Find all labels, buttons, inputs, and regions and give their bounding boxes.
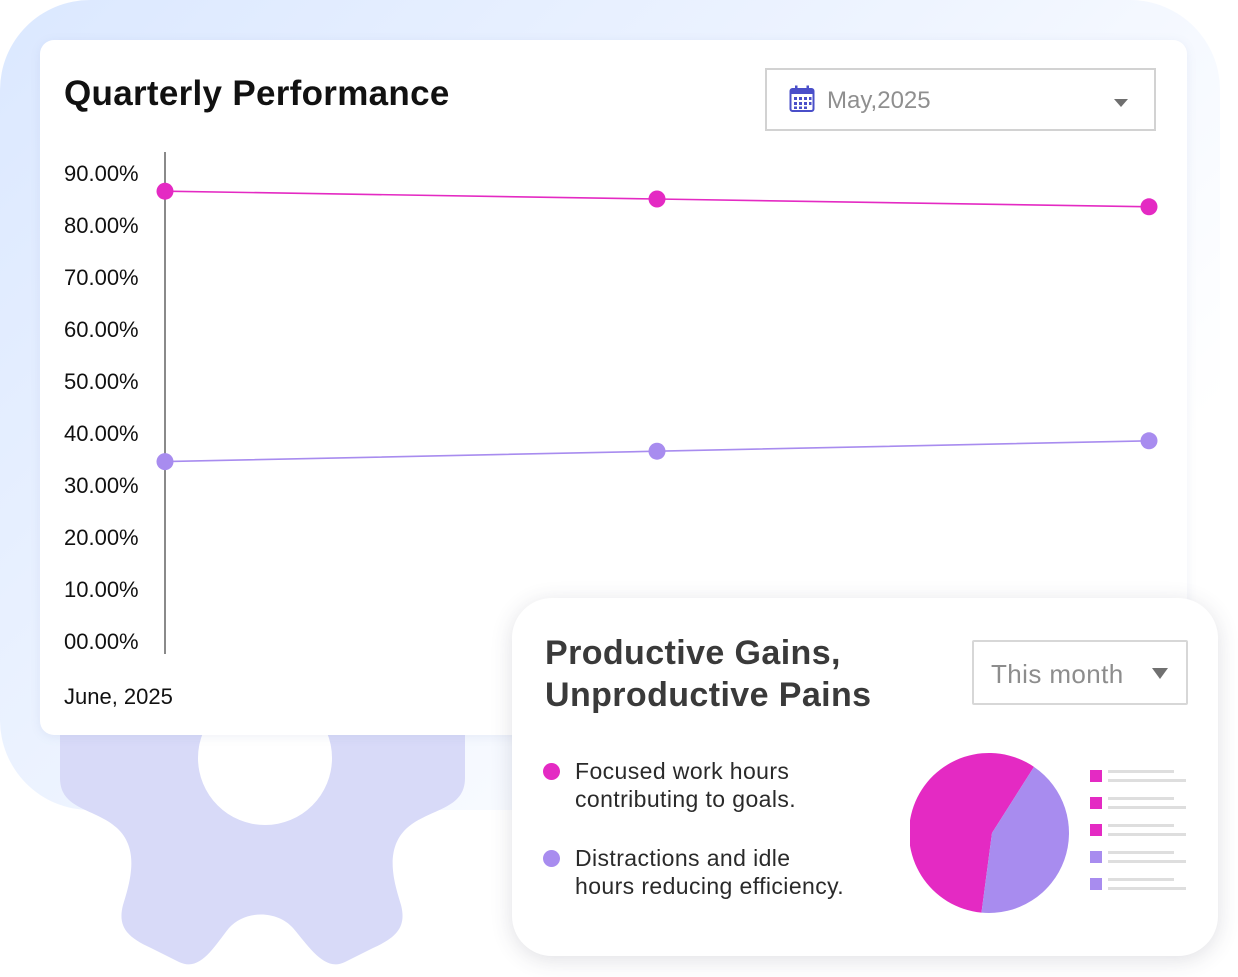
mini-legend-row bbox=[1090, 878, 1190, 892]
data-point bbox=[156, 182, 174, 200]
y-tick-label: 20.00% bbox=[64, 525, 139, 550]
placeholder-line bbox=[1108, 878, 1174, 881]
legend-dot bbox=[543, 763, 560, 780]
placeholder-line bbox=[1108, 770, 1174, 773]
y-tick-label: 50.00% bbox=[64, 369, 139, 394]
legend-text-line: contributing to goals. bbox=[575, 786, 797, 812]
legend-text-line: Distractions and idle bbox=[575, 845, 791, 871]
mini-legend bbox=[1090, 770, 1190, 900]
legend-text: Distractions and idle hours reducing eff… bbox=[575, 844, 844, 900]
pie-chart bbox=[910, 753, 1069, 913]
placeholder-line bbox=[1108, 779, 1186, 782]
data-point bbox=[1140, 432, 1158, 450]
card-title-line-2: Unproductive Pains bbox=[545, 676, 872, 714]
placeholder-line bbox=[1108, 851, 1174, 854]
data-point bbox=[648, 442, 666, 460]
y-tick-label: 00.00% bbox=[64, 629, 139, 654]
legend-text-line: Focused work hours bbox=[575, 758, 790, 784]
gear-icon bbox=[60, 700, 465, 965]
mini-legend-row bbox=[1090, 851, 1190, 865]
productivity-card: Productive Gains, Unproductive Pains Thi… bbox=[512, 598, 1218, 956]
card-title-line-1: Productive Gains, bbox=[545, 634, 841, 672]
chevron-down-icon bbox=[1152, 668, 1168, 679]
y-tick-label: 70.00% bbox=[64, 265, 139, 290]
period-select[interactable]: This month bbox=[972, 640, 1188, 705]
legend-dot bbox=[543, 850, 560, 867]
data-point bbox=[156, 453, 174, 471]
y-tick-label: 30.00% bbox=[64, 473, 139, 498]
mini-legend-swatch bbox=[1090, 797, 1102, 809]
placeholder-line bbox=[1108, 797, 1174, 800]
mini-legend-swatch bbox=[1090, 770, 1102, 782]
y-tick-label: 80.00% bbox=[64, 213, 139, 238]
data-point bbox=[648, 190, 666, 208]
legend-text-line: hours reducing efficiency. bbox=[575, 873, 845, 899]
y-tick-label: 40.00% bbox=[64, 421, 139, 446]
mini-legend-row bbox=[1090, 824, 1190, 838]
data-point bbox=[1140, 198, 1158, 216]
y-tick-label: 60.00% bbox=[64, 317, 139, 342]
placeholder-line bbox=[1108, 833, 1186, 836]
mini-legend-row bbox=[1090, 797, 1190, 811]
mini-legend-swatch bbox=[1090, 851, 1102, 863]
placeholder-line bbox=[1108, 824, 1174, 827]
mini-legend-swatch bbox=[1090, 878, 1102, 890]
mini-legend-row bbox=[1090, 770, 1190, 784]
y-tick-label: 90.00% bbox=[64, 161, 139, 186]
card-title: Productive Gains, Unproductive Pains bbox=[545, 632, 965, 716]
mini-legend-swatch bbox=[1090, 824, 1102, 836]
legend-text: Focused work hours contributing to goals… bbox=[575, 757, 796, 813]
x-caption: June, 2025 bbox=[64, 684, 173, 709]
placeholder-line bbox=[1108, 806, 1186, 809]
period-select-value: This month bbox=[991, 659, 1124, 689]
placeholder-line bbox=[1108, 860, 1186, 863]
y-tick-label: 10.00% bbox=[64, 577, 139, 602]
placeholder-line bbox=[1108, 887, 1186, 890]
